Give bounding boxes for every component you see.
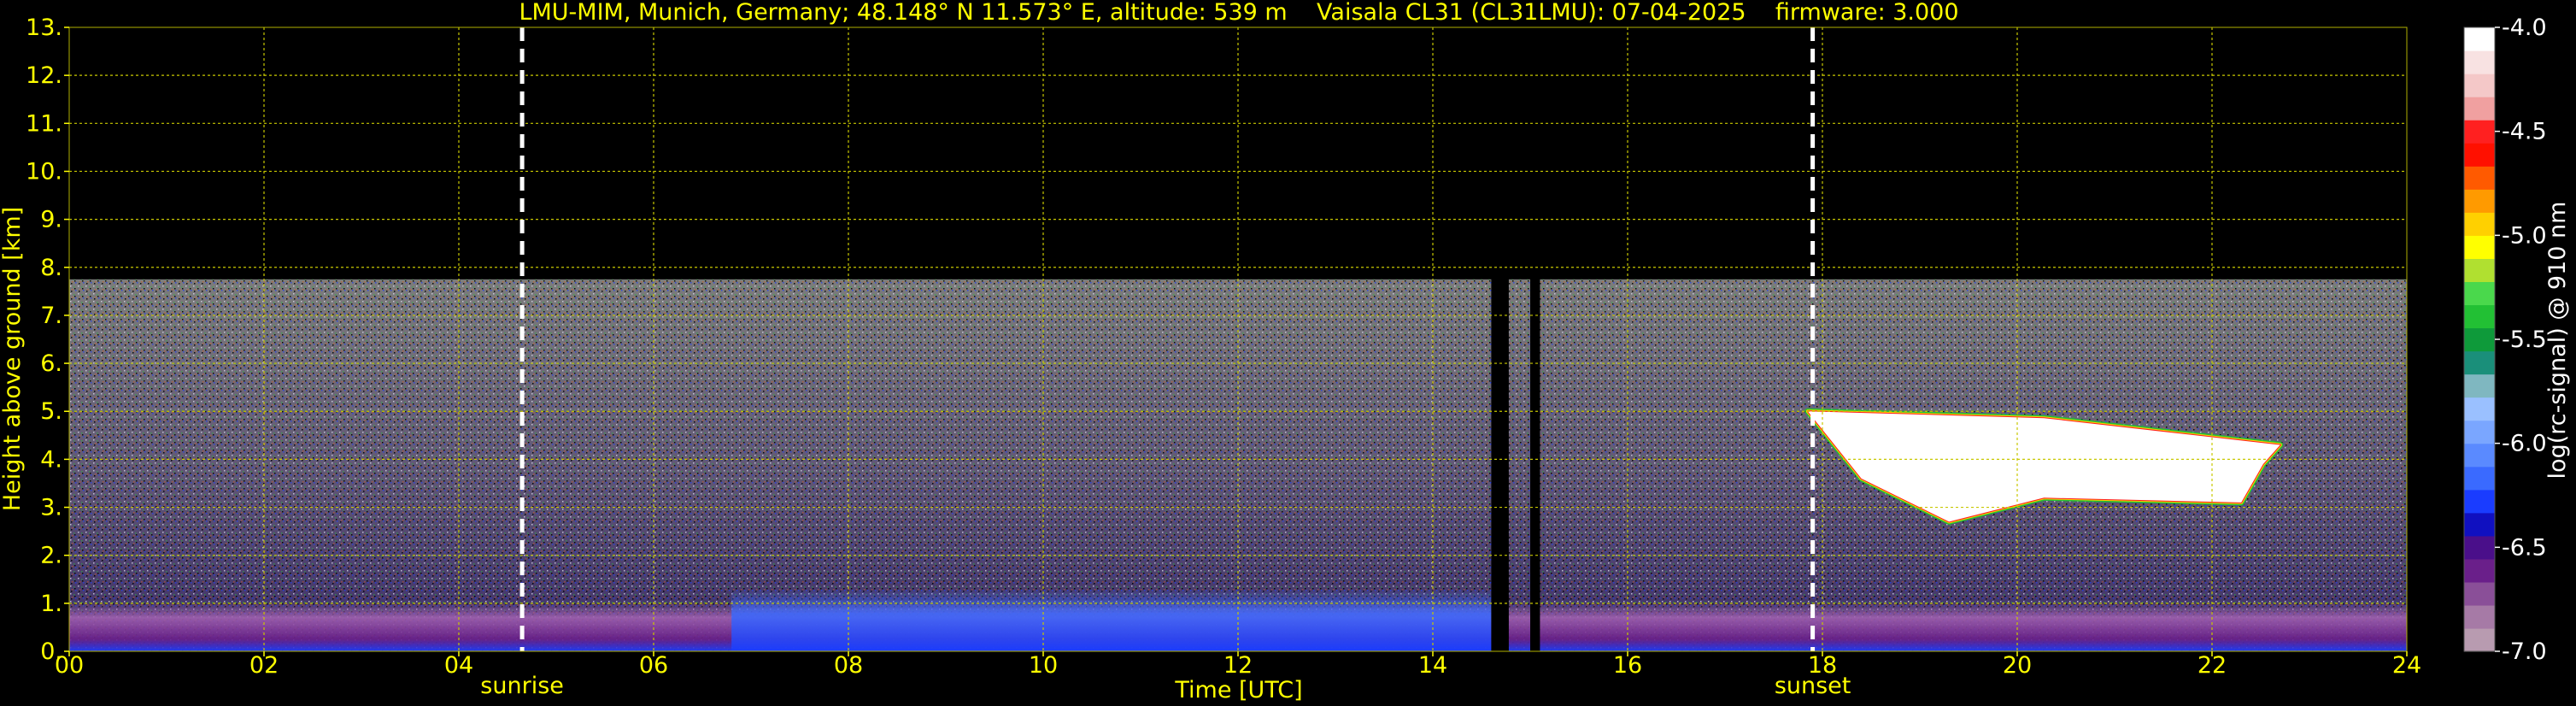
y-tick-label: 9.: [40, 207, 62, 233]
colorbar-segment: [2464, 558, 2495, 583]
ceilometer-chart: 00 02 04 06 08 10 12 14 16 18 20 22 24 0.1.2.3.4.5.6…: [0, 0, 2571, 703]
x-tick-label: 12: [1223, 652, 1253, 679]
colorbar-segment: [2464, 604, 2495, 629]
y-axis: 0. 1. 2. 3. 4. 5. 6. 7. 8. 9. 10. 11. 12. 13.: [26, 15, 69, 665]
x-tick-label: 08: [834, 652, 863, 679]
x-tick-label: 24: [2392, 652, 2421, 679]
colorbar-segment: [2464, 27, 2495, 51]
colorbar-segment: [2464, 258, 2495, 283]
y-tick-label: 6.: [40, 350, 62, 377]
colorbar-segment: [2464, 420, 2495, 444]
data-gap: [1491, 275, 1509, 651]
colorbar-tick-label: -5.5: [2502, 327, 2547, 353]
x-tick-label: 14: [1418, 652, 1447, 679]
colorbar-segment: [2464, 50, 2495, 74]
colorbar-segment: [2464, 166, 2495, 190]
x-axis: 00 02 04 06 08 10 12 14 16 18 20 22 24: [55, 651, 2421, 679]
colorbar-segment: [2464, 581, 2495, 606]
colorbar-segment: [2464, 374, 2495, 398]
colorbar-segment: [2464, 350, 2495, 375]
colorbar-tick-label: -4.0: [2502, 15, 2547, 41]
colorbar-tick-label: -7.0: [2502, 638, 2547, 665]
colorbar-segment: [2464, 327, 2495, 352]
colorbar-tick-label: -6.5: [2502, 534, 2547, 561]
x-tick-label: 22: [2198, 652, 2227, 679]
colorbar-segment: [2464, 235, 2495, 259]
colorbar-segment: [2464, 397, 2495, 421]
sunrise-label: sunrise: [480, 673, 564, 699]
sunset-label: sunset: [1775, 673, 1851, 699]
colorbar-segment: [2464, 189, 2495, 213]
colorbar-segment: [2464, 443, 2495, 468]
colorbar-segment: [2464, 466, 2495, 491]
x-tick-label: 20: [2003, 652, 2032, 679]
colorbar-segment: [2464, 143, 2495, 167]
x-tick-label: 04: [444, 652, 473, 679]
y-tick-label: 2.: [40, 543, 62, 569]
plot-area: [68, 26, 2408, 652]
y-tick-label: 10.: [26, 158, 62, 185]
y-tick-label: 0.: [40, 638, 62, 665]
chart-title: LMU-MIM, Munich, Germany; 48.148° N 11.5…: [519, 0, 1958, 26]
y-tick-label: 7.: [40, 303, 62, 329]
colorbar-segment: [2464, 97, 2495, 121]
y-tick-label: 8.: [40, 255, 62, 281]
y-tick-label: 5.: [40, 398, 62, 425]
colorbar-segment: [2464, 489, 2495, 514]
x-tick-label: 02: [249, 652, 279, 679]
colorbar-segment: [2464, 535, 2495, 560]
daytime-boundary-layer: [731, 589, 1492, 651]
colorbar-segment: [2464, 512, 2495, 537]
y-tick-label: 12.: [26, 62, 62, 89]
colorbar-tick-label: -5.0: [2502, 222, 2547, 249]
colorbar-segment: [2464, 120, 2495, 144]
x-tick-label: 10: [1029, 652, 1058, 679]
colorbar-segment: [2464, 281, 2495, 306]
colorbar-label: log(rc-signal) @ 910 nm: [2544, 202, 2571, 479]
colorbar-segment: [2464, 74, 2495, 97]
y-tick-label: 1.: [40, 591, 62, 617]
x-tick-label: 06: [639, 652, 668, 679]
data-gap: [1530, 275, 1540, 651]
y-tick-label: 3.: [40, 495, 62, 521]
colorbar-segment: [2464, 304, 2495, 329]
y-tick-label: 4.: [40, 446, 62, 473]
x-axis-label: Time [UTC]: [1174, 677, 1302, 703]
colorbar-tick-label: -4.5: [2502, 119, 2547, 145]
y-tick-label: 13.: [26, 15, 62, 41]
colorbar-segment: [2464, 627, 2495, 652]
colorbar-tick-label: -6.0: [2502, 431, 2547, 457]
colorbar-segment: [2464, 212, 2495, 236]
y-axis-label: Height above ground [km]: [0, 207, 26, 511]
x-tick-label: 16: [1613, 652, 1642, 679]
y-tick-label: 11.: [26, 110, 62, 137]
colorbar: -4.0 -4.5 -5.0 -5.5 -6.0 -6.5 -7.0: [2463, 15, 2547, 665]
